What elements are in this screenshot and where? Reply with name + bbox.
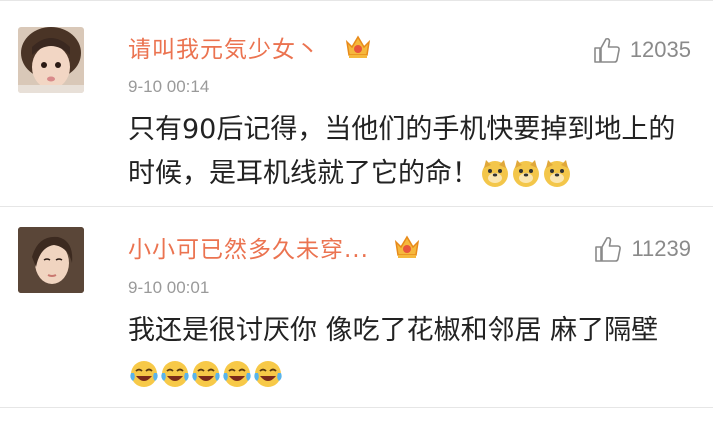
like-button[interactable]: 12035 xyxy=(592,35,691,65)
username[interactable]: 请叫我元気少女丶 xyxy=(128,30,320,64)
doge-emoji xyxy=(482,160,508,187)
username[interactable]: 小小可已然多久未穿... xyxy=(128,230,369,264)
like-button[interactable]: 11239 xyxy=(593,234,691,264)
comment-text: 只有90后记得，当他们的手机快要掉到地上的时候，是耳机线就了它的命！ xyxy=(128,108,688,196)
timestamp: 9-10 00:01 xyxy=(128,278,210,297)
emoji-row xyxy=(128,359,283,390)
laugh-cry-emoji xyxy=(223,361,251,387)
laugh-cry-emoji xyxy=(254,361,282,387)
avatar[interactable] xyxy=(18,227,84,293)
comment-item: 请叫我元気少女丶 12035 9-10 00:14 只有90后记得，当他们的手机… xyxy=(0,0,713,205)
laugh-cry-emoji xyxy=(161,361,189,387)
comment-body: 我还是很讨厌你 像吃了花椒和邻居 麻了隔壁 xyxy=(128,315,659,346)
doge-emoji xyxy=(513,160,539,187)
laugh-cry-emoji xyxy=(130,361,158,387)
comment-divider xyxy=(0,407,713,408)
thumbs-up-icon xyxy=(595,236,622,262)
avatar[interactable] xyxy=(18,27,84,93)
thumbs-up-icon xyxy=(594,37,620,63)
comment-body: 只有90后记得，当他们的手机快要掉到地上的时候，是耳机线就了它的命！ xyxy=(128,114,676,189)
like-count: 12035 xyxy=(629,37,691,62)
like-count: 11239 xyxy=(631,236,691,261)
emoji-row xyxy=(479,158,572,189)
doge-emoji xyxy=(544,160,570,187)
vip-crown-icon xyxy=(345,35,371,58)
vip-crown-icon xyxy=(394,235,420,258)
laugh-cry-emoji xyxy=(192,361,220,387)
timestamp: 9-10 00:14 xyxy=(128,77,210,96)
comment-text: 我还是很讨厌你 像吃了花椒和邻居 麻了隔壁 xyxy=(128,309,688,397)
comment-item: 小小可已然多久未穿... 11239 9-10 00:01 我还是很讨厌你 像吃… xyxy=(0,207,713,407)
